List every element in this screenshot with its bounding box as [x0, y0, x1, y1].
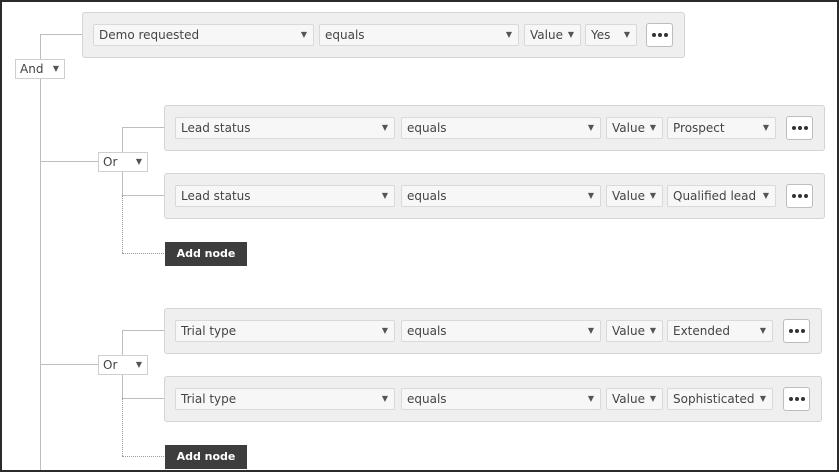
caret-down-icon: ▼ — [587, 326, 594, 335]
value-type-select[interactable]: Value ▼ — [606, 117, 663, 139]
value-select-label: Qualified lead — [673, 189, 757, 203]
group2-operator-label: Or — [103, 358, 118, 372]
caret-down-icon: ▼ — [623, 30, 630, 39]
caret-down-icon: ▼ — [381, 394, 388, 403]
group2-operator-select[interactable]: Or ▼ — [98, 355, 148, 375]
condition-node-trial-type-2: Trial type ▼ equals ▼ Value ▼ Sophistica… — [164, 376, 822, 422]
add-node-button[interactable]: Add node — [165, 242, 247, 266]
tree-dotted-group2-vertical — [122, 398, 123, 456]
root-operator-select[interactable]: And ▼ — [15, 59, 65, 79]
ellipsis-icon — [651, 33, 668, 37]
tree-line-group1-node1 — [122, 127, 164, 128]
caret-down-icon: ▼ — [52, 64, 59, 73]
group1-operator-select[interactable]: Or ▼ — [98, 152, 148, 172]
tree-dotted-group2-add — [122, 456, 164, 457]
condition-node-trial-type-1: Trial type ▼ equals ▼ Value ▼ Extended ▼ — [164, 308, 822, 354]
value-type-select[interactable]: Value ▼ — [524, 24, 581, 46]
comparison-select-label: equals — [407, 392, 447, 406]
caret-down-icon: ▼ — [135, 157, 142, 166]
field-select[interactable]: Lead status ▼ — [175, 117, 395, 139]
value-select[interactable]: Qualified lead ▼ — [667, 185, 776, 207]
value-type-select-label: Value — [612, 189, 645, 203]
caret-down-icon: ▼ — [381, 123, 388, 132]
caret-down-icon: ▼ — [759, 394, 766, 403]
value-select[interactable]: Extended ▼ — [667, 320, 773, 342]
field-select[interactable]: Demo requested ▼ — [93, 24, 314, 46]
tree-line-group1-branch — [40, 161, 98, 162]
value-select-label: Extended — [673, 324, 730, 338]
tree-line-group1-node2 — [122, 195, 164, 196]
field-select-label: Trial type — [181, 392, 237, 406]
root-operator-label: And — [20, 62, 44, 76]
field-select-label: Lead status — [181, 121, 251, 135]
caret-down-icon: ▼ — [649, 326, 656, 335]
caret-down-icon: ▼ — [762, 191, 769, 200]
tree-dotted-group1-vertical — [122, 195, 123, 253]
value-select-label: Sophisticated — [673, 392, 755, 406]
condition-node-demo-requested: Demo requested ▼ equals ▼ Value ▼ Yes ▼ — [82, 12, 685, 58]
tree-line-group2-node2 — [122, 398, 164, 399]
ellipsis-icon — [788, 397, 805, 401]
value-type-select-label: Value — [612, 121, 645, 135]
more-options-button[interactable] — [783, 387, 810, 411]
value-type-select-label: Value — [612, 324, 645, 338]
caret-down-icon: ▼ — [649, 123, 656, 132]
caret-down-icon: ▼ — [649, 191, 656, 200]
comparison-select[interactable]: equals ▼ — [319, 24, 519, 46]
comparison-select[interactable]: equals ▼ — [401, 320, 601, 342]
tree-line-group2-node1 — [122, 330, 164, 331]
field-select-label: Trial type — [181, 324, 237, 338]
value-type-select[interactable]: Value ▼ — [606, 320, 663, 342]
value-type-select-label: Value — [530, 28, 563, 42]
field-select-label: Lead status — [181, 189, 251, 203]
caret-down-icon: ▼ — [759, 326, 766, 335]
caret-down-icon: ▼ — [649, 394, 656, 403]
more-options-button[interactable] — [786, 116, 813, 140]
caret-down-icon: ▼ — [381, 326, 388, 335]
tree-line-root-vertical — [40, 34, 41, 470]
value-select[interactable]: Sophisticated ▼ — [667, 388, 773, 410]
comparison-select[interactable]: equals ▼ — [401, 388, 601, 410]
group1-operator-label: Or — [103, 155, 118, 169]
caret-down-icon: ▼ — [587, 394, 594, 403]
tree-line-root-top — [40, 34, 82, 35]
caret-down-icon: ▼ — [762, 123, 769, 132]
field-select[interactable]: Trial type ▼ — [175, 320, 395, 342]
caret-down-icon: ▼ — [300, 30, 307, 39]
more-options-button[interactable] — [646, 23, 673, 47]
value-select[interactable]: Prospect ▼ — [667, 117, 776, 139]
caret-down-icon: ▼ — [505, 30, 512, 39]
tree-line-group2-branch — [40, 364, 98, 365]
tree-dotted-group1-add — [122, 253, 164, 254]
comparison-select-label: equals — [407, 189, 447, 203]
comparison-select-label: equals — [407, 121, 447, 135]
comparison-select-label: equals — [407, 324, 447, 338]
more-options-button[interactable] — [783, 319, 810, 343]
value-type-select[interactable]: Value ▼ — [606, 388, 663, 410]
condition-node-lead-status-1: Lead status ▼ equals ▼ Value ▼ Prospect … — [164, 105, 825, 151]
value-select[interactable]: Yes ▼ — [585, 24, 637, 46]
field-select[interactable]: Lead status ▼ — [175, 185, 395, 207]
more-options-button[interactable] — [786, 184, 813, 208]
field-select[interactable]: Trial type ▼ — [175, 388, 395, 410]
value-select-label: Prospect — [673, 121, 725, 135]
caret-down-icon: ▼ — [567, 30, 574, 39]
ellipsis-icon — [791, 126, 808, 130]
value-type-select-label: Value — [612, 392, 645, 406]
query-builder: And ▼ Demo requested ▼ equals ▼ Value ▼ … — [0, 0, 839, 472]
caret-down-icon: ▼ — [135, 360, 142, 369]
comparison-select[interactable]: equals ▼ — [401, 117, 601, 139]
caret-down-icon: ▼ — [587, 191, 594, 200]
caret-down-icon: ▼ — [381, 191, 388, 200]
field-select-label: Demo requested — [99, 28, 200, 42]
add-node-button[interactable]: Add node — [165, 445, 247, 469]
ellipsis-icon — [791, 194, 808, 198]
condition-node-lead-status-2: Lead status ▼ equals ▼ Value ▼ Qualified… — [164, 173, 825, 219]
value-select-label: Yes — [591, 28, 611, 42]
value-type-select[interactable]: Value ▼ — [606, 185, 663, 207]
comparison-select[interactable]: equals ▼ — [401, 185, 601, 207]
comparison-select-label: equals — [325, 28, 365, 42]
caret-down-icon: ▼ — [587, 123, 594, 132]
ellipsis-icon — [788, 329, 805, 333]
